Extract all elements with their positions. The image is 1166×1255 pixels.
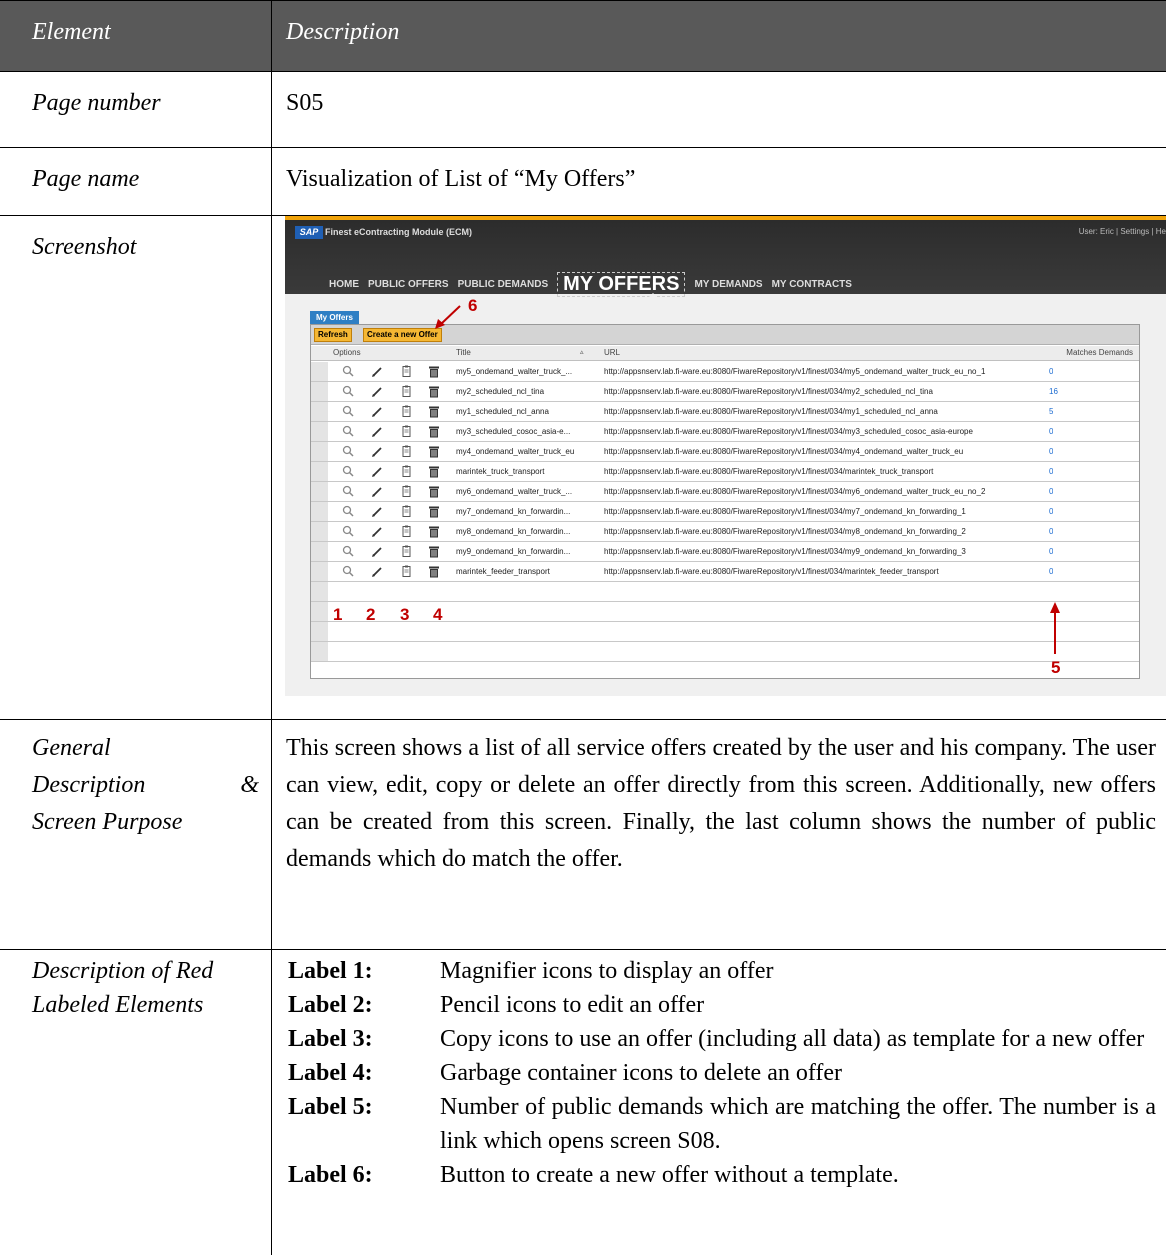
label-item: Label 4: Garbage container icons to delet… <box>288 1060 843 1086</box>
annotation-arrows <box>435 305 1060 654</box>
general-description-row: General Description & Screen Purpose This… <box>0 720 1166 950</box>
page-number-row: Page number S05 <box>0 72 1166 148</box>
gen-label-line2: Description <box>32 772 146 798</box>
general-description-label: General Description & Screen Purpose <box>0 720 271 841</box>
page-name-row: Page name Visualization of List of “My O… <box>0 148 1166 216</box>
page-number-label: Page number <box>32 90 161 116</box>
page-number-value: S05 <box>286 90 324 116</box>
spec-table: Element Description Page number S05 Page… <box>0 0 1166 1255</box>
gen-label-amp: & <box>240 772 259 798</box>
labels-row: Description of Red Labeled Elements Labe… <box>0 950 1166 1255</box>
label-item: Label 6: Button to create a new offer wit… <box>288 1162 899 1188</box>
screenshot-label: Screenshot <box>32 234 137 260</box>
app-screenshot: SAP Finest eContracting Module (ECM) Use… <box>285 216 1166 696</box>
page-name-value: Visualization of List of “My Offers” <box>286 166 636 192</box>
label-item: Label 5: Number of public demands which a… <box>288 1094 1156 1154</box>
page-name-label: Page name <box>32 166 140 192</box>
label-item: Label 1: Magnifier icons to display an of… <box>288 958 774 984</box>
gen-label-line3: Screen Purpose <box>32 809 183 835</box>
labels-label: Description of Red Labeled Elements <box>0 950 271 1022</box>
header-element: Element <box>32 19 111 45</box>
arrow-5-head <box>1050 602 1060 613</box>
general-description-text: This screen shows a list of all service … <box>286 735 1156 872</box>
labels-label-line2: Labeled Elements <box>32 992 204 1018</box>
label-item: Label 3: Copy icons to use an offer (incl… <box>288 1026 1145 1052</box>
labels-label-line1: Description of Red <box>32 958 214 984</box>
table-header: Element Description <box>0 0 1166 72</box>
labels-list: Label 1: Magnifier icons to display an of… <box>273 950 1166 1192</box>
arrow-6 <box>440 305 461 325</box>
label-item: Label 2: Pencil icons to edit an offer <box>288 992 705 1018</box>
header-description: Description <box>286 19 400 45</box>
screenshot-row: Screenshot SAP Finest eContracting Modul… <box>0 216 1166 720</box>
gen-label-line1: General <box>32 735 111 761</box>
